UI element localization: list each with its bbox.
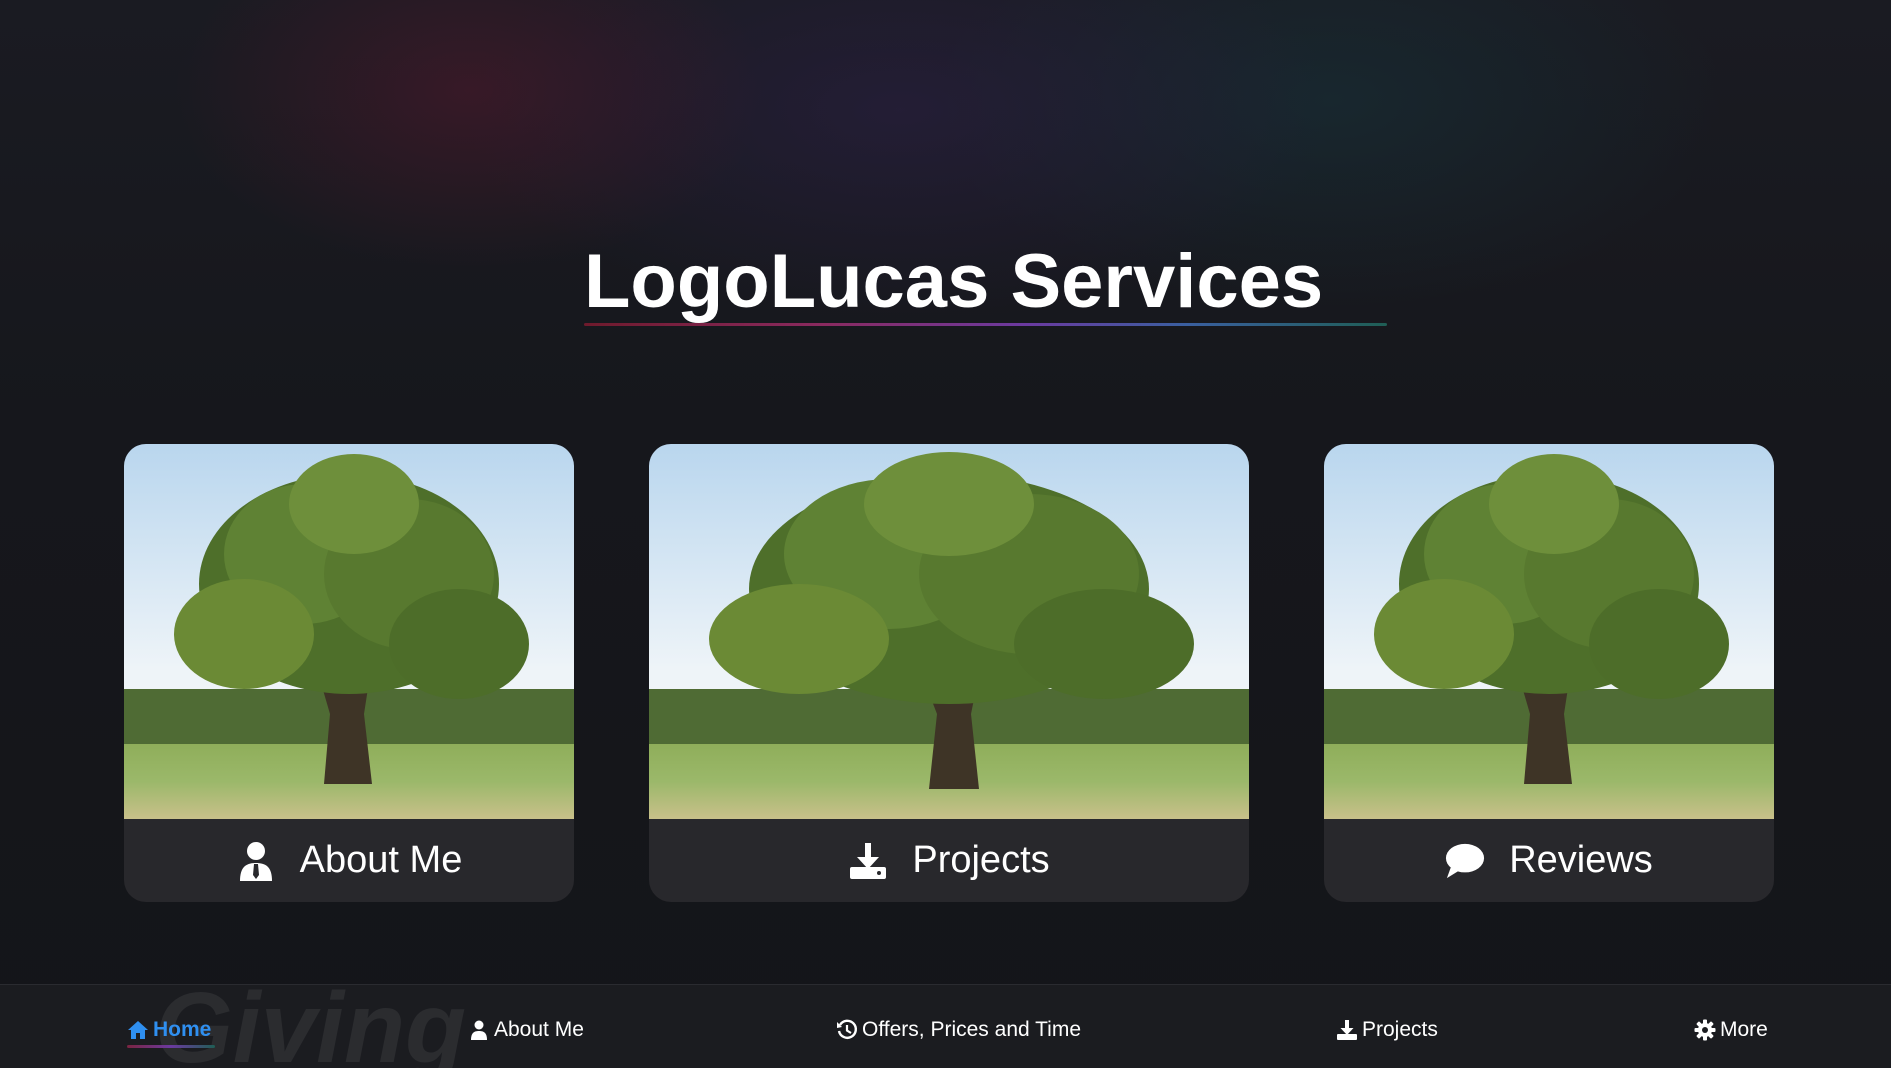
nav-home[interactable]: Home — [127, 1016, 211, 1044]
gear-icon — [1694, 1019, 1716, 1041]
card-footer: About Me — [124, 819, 574, 902]
nav-home-label: Home — [153, 1018, 212, 1041]
nav-offers[interactable]: Offers, Prices and Time — [836, 1016, 1081, 1044]
nav-projects[interactable]: Projects — [1336, 1016, 1438, 1044]
card-projects[interactable]: Projects — [649, 444, 1249, 902]
nav-projects-label: Projects — [1362, 1018, 1438, 1041]
history-icon — [836, 1019, 858, 1041]
nav-about-me[interactable]: About Me — [468, 1016, 584, 1044]
speech-bubble-icon — [1445, 841, 1485, 881]
card-footer: Reviews — [1324, 819, 1774, 902]
card-reviews[interactable]: Reviews — [1324, 444, 1774, 902]
card-label: Projects — [912, 839, 1050, 881]
card-footer: Projects — [649, 819, 1249, 902]
download-tray-icon — [848, 841, 888, 881]
card-image-tree — [649, 444, 1249, 819]
card-label: About Me — [299, 839, 463, 881]
person-icon — [468, 1019, 490, 1041]
card-image-tree — [1324, 444, 1774, 819]
nav-more[interactable]: More — [1694, 1016, 1768, 1044]
nav-more-label: More — [1720, 1018, 1768, 1041]
download-icon — [1336, 1019, 1358, 1041]
card-label: Reviews — [1509, 839, 1653, 881]
home-icon — [127, 1019, 149, 1041]
card-image-tree — [124, 444, 574, 819]
card-about-me[interactable]: About Me — [124, 444, 574, 902]
active-nav-underline — [127, 1045, 215, 1048]
page-title: LogoLucas Services — [584, 239, 1324, 324]
nav-about-label: About Me — [494, 1018, 584, 1041]
nav-offers-label: Offers, Prices and Time — [862, 1018, 1082, 1041]
title-underline — [584, 323, 1387, 326]
person-tie-icon — [236, 841, 276, 881]
